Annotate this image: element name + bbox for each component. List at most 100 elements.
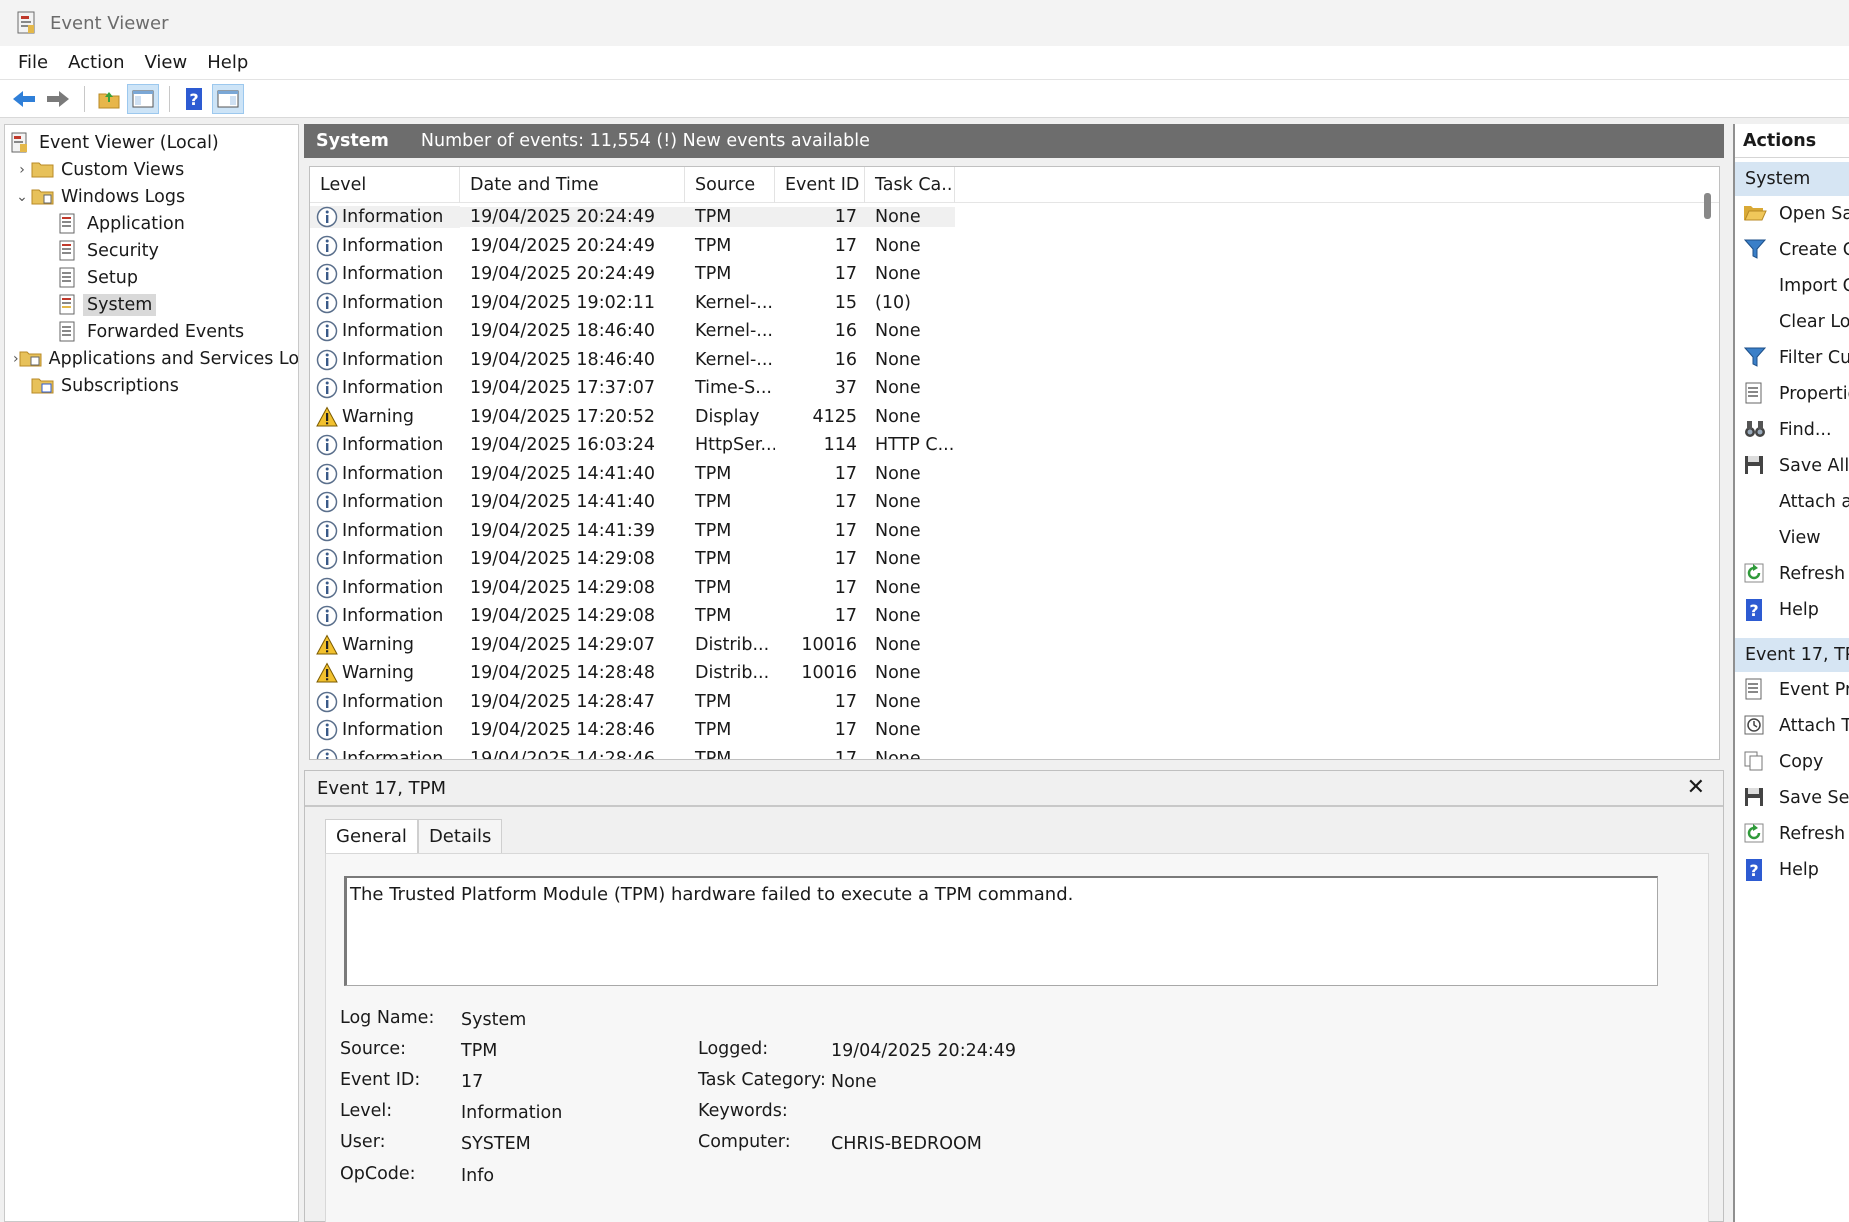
cell-task-category: None: [875, 406, 921, 427]
cell-level: Information: [310, 719, 460, 741]
action-item[interactable]: Properties: [1735, 376, 1849, 412]
title-bar: Event Viewer: [0, 0, 1849, 46]
column-header-event-id[interactable]: Event ID: [775, 167, 865, 203]
table-row[interactable]: Information 19/04/2025 14:28:46 TPM 17 None: [310, 745, 1719, 759]
information-icon: [316, 691, 338, 713]
tree-item-event-viewer-local[interactable]: Event Viewer (Local): [5, 129, 298, 156]
up-folder-button[interactable]: [93, 84, 125, 114]
column-header-date[interactable]: Date and Time: [460, 167, 685, 203]
scrollbar-thumb[interactable]: [1704, 193, 1711, 219]
action-item[interactable]: Filter Current Log...: [1735, 340, 1849, 376]
action-item[interactable]: Create Custom View...: [1735, 232, 1849, 268]
tree-item-forwarded-events[interactable]: Forwarded Events: [5, 318, 298, 345]
cell-date: 19/04/2025 18:46:40: [470, 321, 656, 342]
tree-label: System: [83, 293, 157, 316]
close-icon[interactable]: ✕: [1687, 775, 1705, 800]
table-row[interactable]: Information 19/04/2025 17:37:07 Time-S... 3…: [310, 374, 1719, 403]
action-item[interactable]: View: [1735, 520, 1849, 556]
cell-task-category: None: [875, 634, 921, 655]
action-item[interactable]: Event Properties: [1735, 672, 1849, 708]
action-item[interactable]: ? Help: [1735, 592, 1849, 628]
table-row[interactable]: Information 19/04/2025 14:41:40 TPM 17 None: [310, 488, 1719, 517]
table-row[interactable]: Warning 19/04/2025 17:20:52 Display 4125 Non…: [310, 403, 1719, 432]
table-row[interactable]: Information 19/04/2025 14:29:08 TPM 17 None: [310, 574, 1719, 603]
table-row[interactable]: Warning 19/04/2025 14:28:48 Distrib... 1001…: [310, 659, 1719, 688]
menu-help[interactable]: Help: [197, 52, 258, 73]
action-item[interactable]: Save Selected Events...: [1735, 780, 1849, 816]
action-item[interactable]: Copy: [1735, 744, 1849, 780]
cell-source: Distrib...: [695, 663, 770, 684]
table-row[interactable]: Information 19/04/2025 20:24:49 TPM 17 None: [310, 232, 1719, 261]
table-row[interactable]: Warning 19/04/2025 14:29:07 Distrib... 1001…: [310, 631, 1719, 660]
back-button[interactable]: [8, 84, 40, 114]
tree-item-custom-views[interactable]: › Custom Views: [5, 156, 298, 183]
table-row[interactable]: Information 19/04/2025 14:41:40 TPM 17 None: [310, 460, 1719, 489]
actions-section-event[interactable]: Event 17, TPM: [1735, 638, 1849, 672]
menu-action[interactable]: Action: [58, 52, 134, 73]
action-label: Event Properties: [1779, 680, 1849, 700]
tab-details[interactable]: Details: [417, 819, 503, 853]
tab-general[interactable]: General: [325, 819, 418, 853]
table-row[interactable]: Information 19/04/2025 14:29:08 TPM 17 None: [310, 545, 1719, 574]
table-row[interactable]: Information 19/04/2025 14:41:39 TPM 17 None: [310, 517, 1719, 546]
cell-source: TPM: [695, 606, 732, 627]
tree-item-security[interactable]: Security: [5, 237, 298, 264]
table-row[interactable]: Information 19/04/2025 14:29:08 TPM 17 None: [310, 602, 1719, 631]
action-item[interactable]: Save All Events As...: [1735, 448, 1849, 484]
tree-item-application[interactable]: Application: [5, 210, 298, 237]
tree-item-windows-logs[interactable]: ⌄ Windows Logs: [5, 183, 298, 210]
level-text: Information: [342, 577, 444, 598]
filter-icon: [1743, 238, 1769, 262]
help-button[interactable]: ?: [178, 84, 210, 114]
level-text: Information: [342, 606, 444, 627]
action-item[interactable]: ? Help: [1735, 852, 1849, 888]
action-item[interactable]: Refresh: [1735, 556, 1849, 592]
chevron-right-icon[interactable]: ›: [13, 162, 31, 178]
table-row[interactable]: Information 19/04/2025 14:28:46 TPM 17 None: [310, 716, 1719, 745]
action-item[interactable]: Open Saved Log...: [1735, 196, 1849, 232]
forward-button[interactable]: [42, 84, 74, 114]
cell-date: 19/04/2025 16:03:24: [470, 435, 656, 456]
cell-event-id: 4125: [812, 406, 857, 427]
action-item[interactable]: Find...: [1735, 412, 1849, 448]
label-computer: Computer:: [698, 1132, 791, 1152]
column-header-level[interactable]: Level: [310, 167, 460, 203]
action-item[interactable]: Refresh: [1735, 816, 1849, 852]
tree-item-applications-and-services-logs[interactable]: › Applications and Services Logs: [5, 345, 298, 372]
action-item[interactable]: Attach a Task To this Log...: [1735, 484, 1849, 520]
menu-view[interactable]: View: [135, 52, 198, 73]
tree-item-setup[interactable]: Setup: [5, 264, 298, 291]
show-hide-tree-button[interactable]: [127, 83, 159, 114]
table-row[interactable]: Information 19/04/2025 16:03:24 HttpSer...…: [310, 431, 1719, 460]
cell-event-id: 17: [834, 235, 857, 256]
chevron-down-icon[interactable]: ⌄: [13, 189, 31, 205]
action-label: Attach Task To This Event...: [1779, 716, 1849, 736]
table-row[interactable]: Information 19/04/2025 20:24:49 TPM 17 None: [310, 260, 1719, 289]
event-message[interactable]: The Trusted Platform Module (TPM) hardwa…: [344, 876, 1658, 986]
table-row[interactable]: Information 19/04/2025 14:28:47 TPM 17 None: [310, 688, 1719, 717]
table-row[interactable]: Information 19/04/2025 18:46:40 Kernel-...…: [310, 346, 1719, 375]
actions-section-system[interactable]: System: [1735, 162, 1849, 196]
information-icon: [316, 434, 338, 456]
blank-icon: [1743, 310, 1769, 334]
column-header-source[interactable]: Source: [685, 167, 775, 203]
blank-icon: [1743, 274, 1769, 298]
show-hide-action-pane-button[interactable]: [212, 83, 244, 114]
tree-item-subscriptions[interactable]: Subscriptions: [5, 372, 298, 399]
menu-file[interactable]: File: [8, 52, 58, 73]
table-row[interactable]: Information 19/04/2025 20:24:49 TPM 17 None: [310, 203, 1719, 232]
level-text: Information: [342, 720, 444, 741]
cell-event-id: 17: [834, 492, 857, 513]
action-item[interactable]: Import Custom View...: [1735, 268, 1849, 304]
table-row[interactable]: Information 19/04/2025 18:46:40 Kernel-...…: [310, 317, 1719, 346]
action-label: Refresh: [1779, 824, 1846, 844]
cell-level: Information: [310, 235, 460, 257]
column-header-task-category[interactable]: Task Ca...: [865, 167, 955, 203]
event-viewer-icon: [16, 11, 38, 35]
action-item[interactable]: Attach Task To This Event...: [1735, 708, 1849, 744]
table-row[interactable]: Information 19/04/2025 19:02:11 Kernel-...…: [310, 289, 1719, 318]
folder-icon: [19, 348, 43, 370]
cell-event-id: 16: [834, 349, 857, 370]
tree-item-system[interactable]: System: [5, 291, 298, 318]
action-item[interactable]: Clear Log...: [1735, 304, 1849, 340]
